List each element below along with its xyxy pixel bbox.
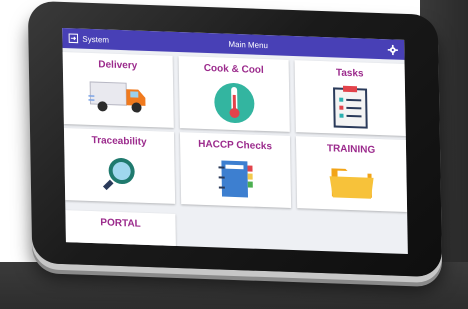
menu-tile-cook-cool[interactable]: Cook & Cool <box>178 56 290 132</box>
tablet-screen: System Main Menu Delivery Cook & Cool Ta… <box>62 27 408 255</box>
gear-icon[interactable] <box>387 44 398 55</box>
menu-tile-delivery[interactable]: Delivery <box>62 51 174 128</box>
page-title: Main Menu <box>228 39 269 50</box>
menu-tile-label: HACCP Checks <box>198 138 273 153</box>
menu-tile-training[interactable]: TRAINING <box>295 136 408 213</box>
exit-icon[interactable] <box>68 33 79 44</box>
magnifier-icon <box>102 158 135 191</box>
checklist-icon <box>333 85 368 129</box>
menu-tile-traceability[interactable]: Traceability <box>63 128 176 204</box>
menu-tile-label: Cook & Cool <box>203 62 264 76</box>
menu-tile-label: Tasks <box>335 67 364 80</box>
binder-icon <box>218 160 253 198</box>
menu-tile-label: Delivery <box>98 59 138 72</box>
tablet-device: System Main Menu Delivery Cook & Cool Ta… <box>27 0 443 278</box>
system-label[interactable]: System <box>82 34 109 44</box>
menu-tile-tasks[interactable]: Tasks <box>294 60 406 136</box>
menu-tile-label: PORTAL <box>100 217 141 230</box>
system-menu[interactable]: System <box>68 33 109 44</box>
thermometer-icon <box>214 82 255 124</box>
folder-icon <box>329 168 374 199</box>
menu-grid: Delivery Cook & Cool Tasks Traceability … <box>62 51 408 213</box>
menu-tile-portal[interactable]: PORTAL <box>65 210 176 248</box>
menu-tile-haccp-checks[interactable]: HACCP Checks <box>179 132 292 208</box>
menu-tile-label: TRAINING <box>326 143 376 156</box>
menu-tile-label: Traceability <box>91 134 147 148</box>
delivery-truck-icon <box>88 81 146 113</box>
